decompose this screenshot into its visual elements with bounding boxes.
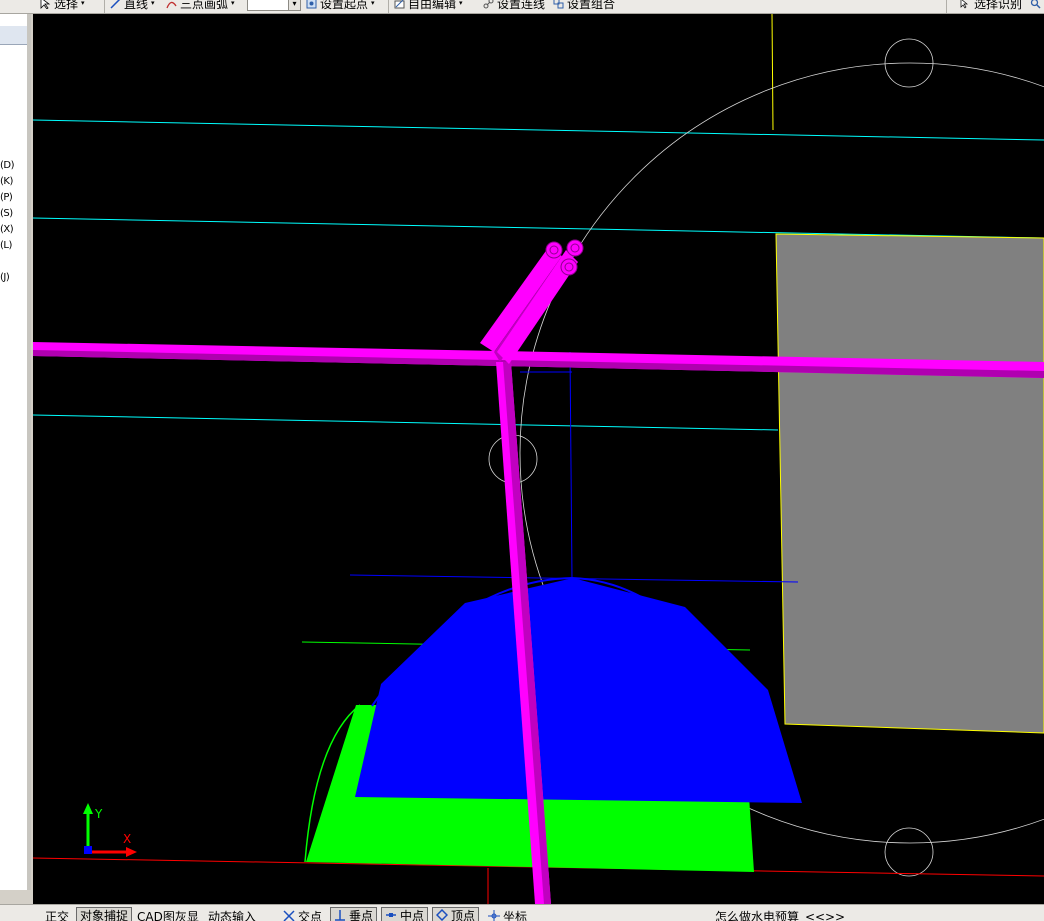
select-button[interactable]: 选择 ▾ xyxy=(40,0,85,11)
cyan-line xyxy=(33,217,1044,239)
set-start-label: 设置起点 xyxy=(320,0,369,11)
shortcut-item[interactable]: (S) xyxy=(0,208,13,219)
arc-button[interactable]: 三点画弧 ▾ xyxy=(166,0,235,11)
chevron-down-icon: ▾ xyxy=(231,0,235,7)
toolbar-divider xyxy=(104,0,105,13)
dynamic-input-toggle[interactable]: 动态输入 xyxy=(205,909,259,921)
line-icon xyxy=(110,0,120,9)
intersection-label: 交点 xyxy=(298,910,323,921)
ortho-toggle[interactable]: 正交 xyxy=(42,909,72,921)
shortcut-item[interactable]: (J) xyxy=(0,272,10,283)
chevron-down-icon: ▾ xyxy=(459,0,463,7)
left-panel: (D) (K) (P) (S) (X) (L) (J) xyxy=(0,14,30,890)
left-panel-scrollbar[interactable] xyxy=(27,14,31,890)
vertex-label: 顶点 xyxy=(451,909,476,921)
toolbar-divider xyxy=(946,0,947,13)
cyan-line xyxy=(33,119,1044,141)
shortcut-item[interactable]: (D) xyxy=(0,160,15,171)
start-point-icon xyxy=(306,0,317,8)
search-button[interactable] xyxy=(1030,0,1041,11)
pipe-end xyxy=(560,258,578,276)
blue-cap xyxy=(355,578,802,803)
pipe-end xyxy=(566,239,584,257)
auto-edit-button[interactable]: 自由编辑 ▾ xyxy=(394,0,463,11)
set-connect-button[interactable]: 设置连线 xyxy=(483,0,545,11)
midpoint-label: 中点 xyxy=(400,909,425,921)
select-identify-label: 选择识别 xyxy=(974,0,1023,11)
combine-icon xyxy=(553,0,564,8)
cyan-line xyxy=(33,414,779,431)
shortcut-item[interactable]: (K) xyxy=(0,176,13,187)
ucs-y-label: Y xyxy=(94,807,103,821)
edit-icon xyxy=(394,0,405,8)
shortcut-item[interactable]: (L) xyxy=(0,240,12,251)
shortcut-item[interactable]: (X) xyxy=(0,224,14,235)
coordinate-icon xyxy=(488,910,500,921)
ucs-origin xyxy=(84,846,92,854)
connect-icon xyxy=(483,0,494,8)
arc-value-dropdown[interactable]: ▾ xyxy=(288,0,301,11)
perpendicular-icon xyxy=(335,910,345,921)
set-connect-label: 设置连线 xyxy=(497,0,546,11)
select-label: 选择 xyxy=(54,0,79,11)
ucs-x-arrow xyxy=(126,847,137,857)
left-panel-header[interactable] xyxy=(0,26,27,45)
cursor-arrow-icon xyxy=(40,0,51,9)
ucs-x-label: X xyxy=(123,832,131,846)
line-label: 直线 xyxy=(124,0,149,11)
status-bar: 正交 对象捕捉 CAD图灰显 动态输入 交点 垂点 中点 顶点 坐标 怎么做水电… xyxy=(0,904,1044,921)
osnap-toggle[interactable]: 对象捕捉 xyxy=(76,907,133,921)
arc-label: 三点画弧 xyxy=(180,0,229,11)
top-toolbar: 选择 ▾ 直线 ▾ 三点画弧 ▾ ▾ 设置起点 ▾ 自由编辑 ▾ 设置连线 设置组合 选择… xyxy=(0,0,1044,14)
midpoint-icon xyxy=(386,913,396,917)
perpendicular-snap[interactable]: 垂点 xyxy=(330,907,378,921)
perpendicular-label: 垂点 xyxy=(349,909,374,921)
vertex-icon xyxy=(436,909,448,921)
identify-icon xyxy=(960,0,968,9)
set-combine-label: 设置组合 xyxy=(567,0,616,11)
blue-line xyxy=(569,351,573,581)
cad-viewport[interactable]: Y X xyxy=(33,14,1044,904)
hint-link[interactable]: 怎么做水电预算 xyxy=(712,909,802,921)
vertex-snap[interactable]: 顶点 xyxy=(432,907,480,921)
gray-panel xyxy=(775,233,1044,734)
select-identify-button[interactable]: 选择识别 xyxy=(960,0,1022,11)
auto-edit-label: 自由编辑 xyxy=(408,0,457,11)
shortcut-item[interactable]: (P) xyxy=(0,192,13,203)
coordinate-snap[interactable]: 坐标 xyxy=(485,909,530,921)
chevron-down-icon: ▾ xyxy=(151,0,155,7)
intersection-snap[interactable]: 交点 xyxy=(280,909,325,921)
line-button[interactable]: 直线 ▾ xyxy=(110,0,155,11)
cad-drawing: Y X xyxy=(33,14,1044,904)
chevron-down-icon: ▾ xyxy=(371,0,375,7)
small-circle xyxy=(884,827,934,877)
set-start-button[interactable]: 设置起点 ▾ xyxy=(306,0,375,11)
coordinate-label: 坐标 xyxy=(503,910,528,921)
yellow-line xyxy=(771,14,774,131)
set-combine-button[interactable]: 设置组合 xyxy=(553,0,615,11)
chevron-down-icon: ▾ xyxy=(81,0,85,7)
midpoint-snap[interactable]: 中点 xyxy=(381,907,429,921)
ucs-y-arrow xyxy=(83,803,93,814)
chevron-down-icon: ▾ xyxy=(292,0,297,8)
search-icon xyxy=(1030,0,1041,9)
intersection-icon xyxy=(283,910,295,921)
toolbar-divider xyxy=(388,0,389,13)
arc-value-input[interactable] xyxy=(247,0,289,11)
next-button[interactable]: >> xyxy=(822,909,848,921)
arc-icon xyxy=(166,1,177,8)
pipe-end xyxy=(545,241,563,259)
cad-gray-toggle[interactable]: CAD图灰显 xyxy=(134,909,202,921)
